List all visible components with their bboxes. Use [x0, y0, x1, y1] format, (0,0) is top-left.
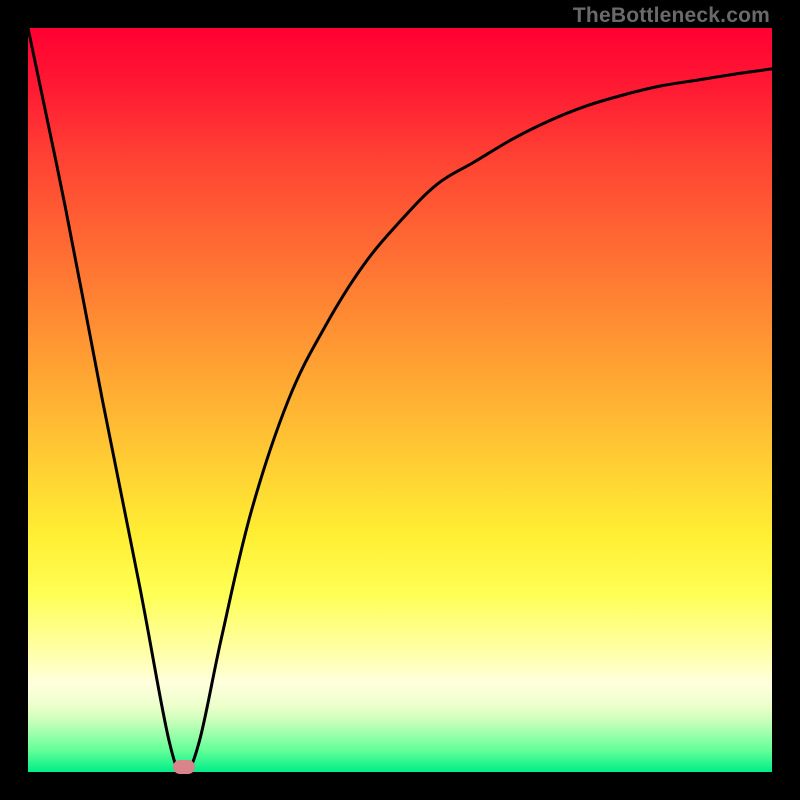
bottleneck-curve-path: [28, 28, 772, 772]
plot-area: [28, 28, 772, 772]
min-marker: [173, 760, 195, 774]
watermark-text: TheBottleneck.com: [573, 4, 770, 28]
chart-frame: TheBottleneck.com: [0, 0, 800, 800]
curve-svg: [28, 28, 772, 772]
